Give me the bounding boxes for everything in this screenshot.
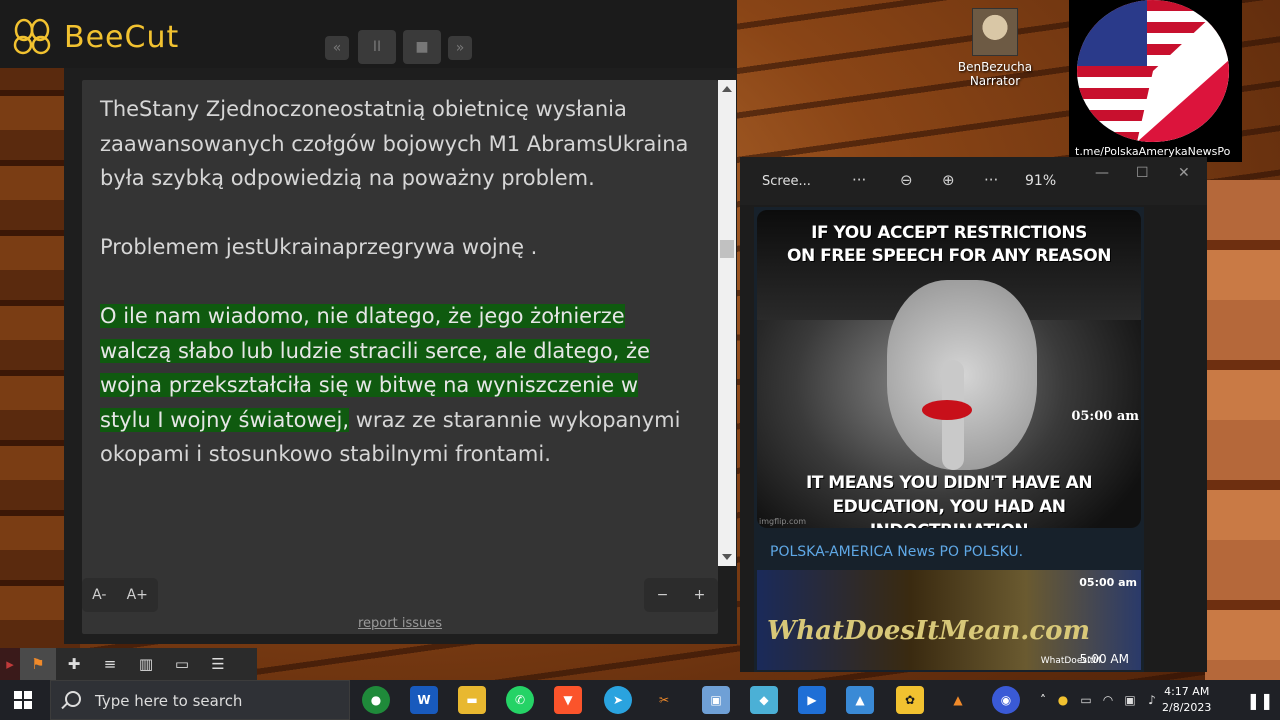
tray-display-icon[interactable]: ▣ — [1121, 686, 1139, 714]
zoom-level: 91% — [1025, 173, 1057, 189]
thumb-title: WhatDoesItMean.com — [767, 616, 1091, 646]
xbox-app-icon[interactable]: ● — [362, 686, 390, 714]
word-app-icon[interactable]: W — [410, 686, 438, 714]
scroll-thumb[interactable] — [720, 240, 734, 258]
menu-icon[interactable]: ☰ — [200, 648, 236, 680]
bottom-toolbar: ▸ ⚑ ✚ ≡ ▥ ▭ ☰ — [0, 648, 257, 680]
plus-button[interactable]: + — [694, 587, 706, 603]
whatsapp-icon[interactable]: ✆ — [506, 686, 534, 714]
pause-button[interactable]: II — [358, 30, 396, 64]
reader-text: TheStany Zjednoczoneostatnią obietnicę w… — [100, 92, 690, 506]
us-poland-flag-icon — [1077, 0, 1229, 142]
meme-bottom-line2: EDUCATION, YOU HAD AN INDOCTRINATION — [832, 497, 1067, 528]
scroll-up-arrow-icon[interactable] — [722, 86, 732, 92]
meme-lips — [922, 400, 972, 420]
font-size-controls: A- A+ — [82, 578, 158, 612]
app-icon-circle[interactable]: ◉ — [992, 686, 1020, 714]
desktop-icon-narrator[interactable]: BenBezucha Narrator — [955, 8, 1035, 88]
maximize-button[interactable]: ☐ — [1136, 165, 1149, 181]
reader-text-area[interactable]: TheStany Zjednoczoneostatnią obietnicę w… — [82, 80, 736, 634]
thumb-time-bottom: 5:00 AM — [1079, 652, 1129, 666]
search-icon — [65, 691, 81, 707]
scroll-down-arrow-icon[interactable] — [722, 554, 732, 560]
tray-mic-icon[interactable]: ● — [1055, 686, 1071, 714]
paragraph-3: O ile nam wiadomo, nie dlatego, że jego … — [100, 299, 690, 472]
sidebar-icon[interactable]: ▥ — [128, 648, 164, 680]
clock-date: 2/8/2023 — [1162, 701, 1212, 714]
beecut-extension-icon[interactable]: ⚑ — [20, 648, 56, 680]
desktop-icon-label-1: BenBezucha — [957, 60, 1033, 74]
paragraph-1: TheStany Zjednoczoneostatnią obietnicę w… — [100, 97, 689, 190]
clock-time: 4:17 AM — [1164, 685, 1210, 698]
reader-panel: TheStany Zjednoczoneostatnią obietnicę w… — [64, 68, 737, 644]
post-thumbnail[interactable]: 05:00 am WhatDoesItMean.com WhatDoesItM … — [757, 570, 1141, 670]
meme-image: IF YOU ACCEPT RESTRICTIONS ON FREE SPEEC… — [757, 210, 1141, 528]
zoom-controls: − + — [644, 578, 718, 612]
minus-button[interactable]: − — [657, 587, 669, 603]
gallery-app-icon[interactable]: ▲ — [846, 686, 874, 714]
font-smaller-button[interactable]: A- — [92, 587, 106, 603]
desktop-wallpaper-right — [1205, 180, 1280, 680]
meme-credit: imgflip.com — [759, 517, 807, 526]
meme-top-line1: IF YOU ACCEPT RESTRICTIONS — [811, 223, 1087, 243]
meme-bottom-line1: IT MEANS YOU DIDN'T HAVE AN — [805, 473, 1093, 493]
windows-taskbar: Type here to search ● W ▬ ✆ ▼ ➤ ✂ ▣ ◆ ▶ … — [0, 680, 1280, 720]
red-arrow-icon[interactable]: ▸ — [0, 648, 20, 680]
telegram-icon[interactable]: ➤ — [604, 686, 632, 714]
meme-top-line2: ON FREE SPEECH FOR ANY REASON — [787, 246, 1111, 266]
bee-logo-icon — [13, 18, 51, 55]
font-larger-button[interactable]: A+ — [127, 587, 148, 603]
viewer-title: Scree... — [762, 174, 811, 189]
wallet-icon[interactable]: ▭ — [164, 648, 200, 680]
file-explorer-icon[interactable]: ▬ — [458, 686, 486, 714]
stop-button[interactable]: ■ — [403, 30, 441, 64]
zoom-out-icon[interactable]: ⊖ — [900, 171, 913, 189]
photos-app-icon[interactable]: ▣ — [702, 686, 730, 714]
viewer-titlebar: Scree... ··· ⊖ ⊕ ··· 91% — ☐ ✕ — [740, 157, 1207, 205]
windows-start-icon[interactable] — [14, 691, 32, 709]
beecut-logo: BeeCut — [10, 18, 179, 56]
app-name: BeeCut — [64, 19, 180, 55]
channel-name[interactable]: POLSKA-AMERICA News PO POLSKU. — [770, 544, 1023, 560]
pause-overlay-icon[interactable]: ❚❚ — [1247, 686, 1274, 714]
desktop-icon-label-2: Narrator — [969, 74, 1021, 88]
flag-overlay: t.me/PolskaAmerykaNewsPo — [1069, 0, 1242, 162]
app-icon-crystal[interactable]: ◆ — [750, 686, 778, 714]
video-app-icon[interactable]: ▶ — [798, 686, 826, 714]
zoom-in-icon[interactable]: ⊕ — [942, 171, 955, 189]
meme-time: 05:00 am — [1071, 409, 1139, 424]
playlist-icon[interactable]: ≡ — [92, 648, 128, 680]
forward-button[interactable]: » — [448, 36, 472, 60]
thumb-time-top: 05:00 am — [1079, 576, 1137, 589]
puzzle-icon[interactable]: ✚ — [56, 648, 92, 680]
close-button[interactable]: ✕ — [1178, 165, 1190, 181]
more-options-button[interactable]: ··· — [852, 171, 866, 189]
tray-battery-icon[interactable]: ▭ — [1077, 686, 1095, 714]
minimize-button[interactable]: — — [1095, 165, 1109, 181]
brave-browser-icon[interactable]: ▼ — [554, 686, 582, 714]
scissors-app-icon[interactable]: ✂ — [650, 686, 678, 714]
photo-viewer-window: Scree... ··· ⊖ ⊕ ··· 91% — ☐ ✕ IF YOU AC… — [740, 157, 1207, 672]
more-options-button-2[interactable]: ··· — [984, 171, 998, 189]
taskbar-search[interactable]: Type here to search — [50, 680, 350, 720]
tray-volume-icon[interactable]: ♪ — [1143, 686, 1161, 714]
vlc-icon[interactable]: ▲ — [944, 686, 972, 714]
tray-wifi-icon[interactable]: ◠ — [1099, 686, 1117, 714]
meme-top-text: IF YOU ACCEPT RESTRICTIONS ON FREE SPEEC… — [757, 222, 1141, 268]
taskbar-clock[interactable]: 4:17 AM 2/8/2023 — [1162, 684, 1211, 716]
meme-bottom-text: IT MEANS YOU DIDN'T HAVE AN EDUCATION, Y… — [757, 471, 1141, 528]
paragraph-2: Problemem jestUkrainaprzegrywa wojnę . — [100, 235, 538, 259]
beecut-taskbar-icon[interactable]: ✿ — [896, 686, 924, 714]
telegram-post: IF YOU ACCEPT RESTRICTIONS ON FREE SPEEC… — [754, 207, 1144, 672]
beecut-header: BeeCut « II ■ » — [0, 0, 737, 68]
rewind-button[interactable]: « — [325, 36, 349, 60]
search-placeholder: Type here to search — [95, 692, 243, 710]
tray-chevron-icon[interactable]: ˄ — [1035, 686, 1051, 714]
vertical-scrollbar[interactable] — [718, 80, 736, 566]
report-issues-link[interactable]: report issues — [358, 616, 442, 631]
narrator-avatar — [972, 8, 1018, 56]
